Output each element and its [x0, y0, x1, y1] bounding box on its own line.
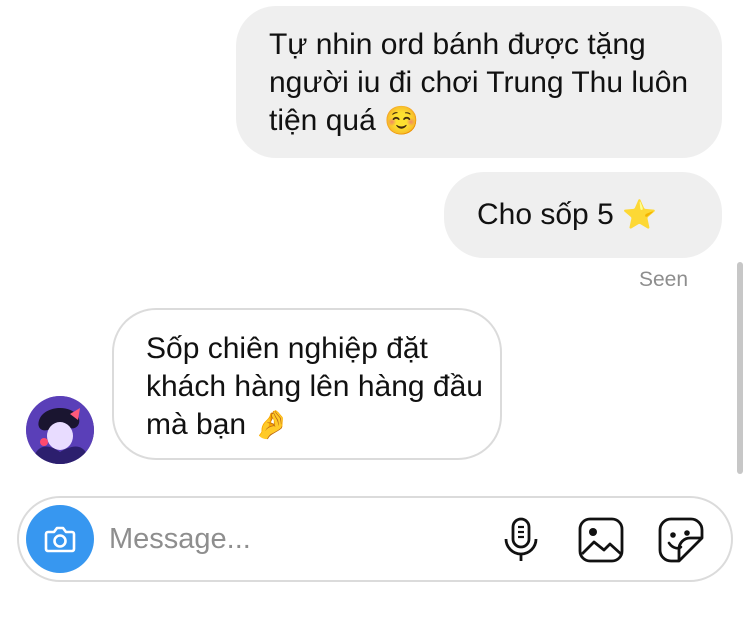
message-text: Sốp chiên nghiệp đặt khách hàng lên hàng…: [146, 332, 483, 441]
sent-message-bubble[interactable]: Cho sốp 5 ⭐: [444, 172, 722, 258]
sticker-icon: [658, 517, 704, 563]
scrollbar[interactable]: [737, 262, 743, 474]
voice-message-button[interactable]: [495, 514, 547, 566]
camera-icon: [44, 526, 76, 553]
image-gallery-icon: [578, 517, 624, 563]
camera-button[interactable]: [26, 505, 94, 573]
pinched-fingers-emoji: 🤌: [254, 408, 290, 441]
sticker-button[interactable]: [655, 514, 707, 566]
microphone-icon: [504, 517, 538, 561]
message-text: Tự nhin ord bánh được tặng người iu đi c…: [269, 28, 689, 137]
user-avatar[interactable]: [26, 396, 94, 464]
received-message-bubble[interactable]: Sốp chiên nghiệp đặt khách hàng lên hàng…: [112, 308, 502, 460]
avatar-image: [26, 396, 94, 464]
message-text: Cho sốp 5: [477, 198, 614, 231]
message-input[interactable]: [109, 516, 479, 562]
message-composer: [17, 496, 733, 582]
gallery-button[interactable]: [575, 514, 627, 566]
smiling-emoji: ☺️: [384, 104, 419, 137]
seen-status: Seen: [638, 268, 688, 291]
star-emoji: ⭐: [622, 198, 657, 231]
sent-message-bubble[interactable]: Tự nhin ord bánh được tặng người iu đi c…: [236, 6, 722, 158]
